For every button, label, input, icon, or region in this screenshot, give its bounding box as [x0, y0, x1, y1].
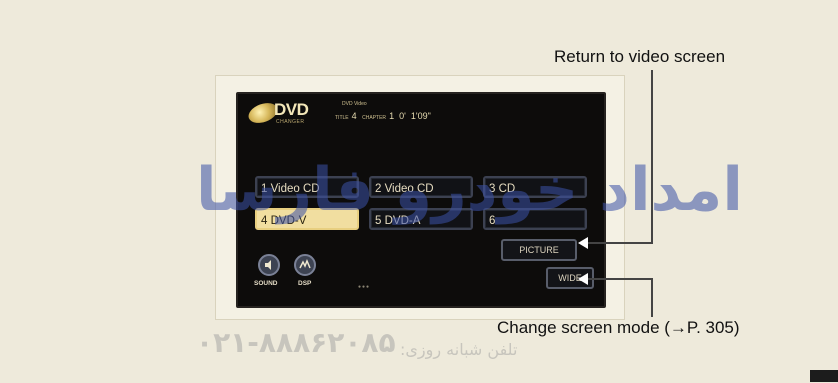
callout-return-line-horizontal: [585, 242, 653, 244]
callout-change-line-vertical: [651, 279, 653, 317]
playback-info: TITLE 4 CHAPTER 1 0' 1'09": [332, 111, 431, 121]
elapsed-time: 1'09": [410, 111, 431, 121]
corner-code-mark: [810, 370, 838, 382]
dsp-icon[interactable]: [294, 254, 316, 276]
watermark-phone-label: تلفن شبانه روزی:: [400, 340, 518, 359]
callout-change: Change screen mode (→P. 305): [497, 318, 740, 337]
arrow-left-icon: [578, 237, 588, 249]
picture-button[interactable]: PICTURE: [501, 239, 577, 261]
elapsed-minutes: 0': [399, 111, 406, 121]
sound-label: SOUND: [254, 280, 278, 287]
callout-return: Return to video screen: [554, 47, 726, 66]
watermark-phone: ۰۲۱-۸۸۸۶۲۰۸۵: [196, 326, 396, 359]
callout-change-line-horizontal: [585, 278, 653, 280]
manual-figure: DVD CHANGER DVD Video TITLE 4 CHAPTER 1 0'…: [0, 0, 838, 383]
dsp-label: DSP: [298, 280, 312, 287]
chapter-number: 1: [389, 111, 395, 121]
dvd-logo-subtext: CHANGER: [276, 119, 305, 125]
watermark-brand: امداد خودرو فارسا: [196, 155, 743, 225]
title-number: 4: [351, 111, 357, 121]
media-type-label: DVD Video: [342, 101, 367, 107]
title-label: TITLE: [335, 115, 349, 121]
chapter-label: CHAPTER: [362, 115, 387, 121]
page-indicator: ●●●: [358, 284, 371, 290]
dvd-logo: DVD: [274, 100, 309, 119]
sound-icon[interactable]: [258, 254, 280, 276]
arrow-left-icon: [578, 273, 588, 285]
